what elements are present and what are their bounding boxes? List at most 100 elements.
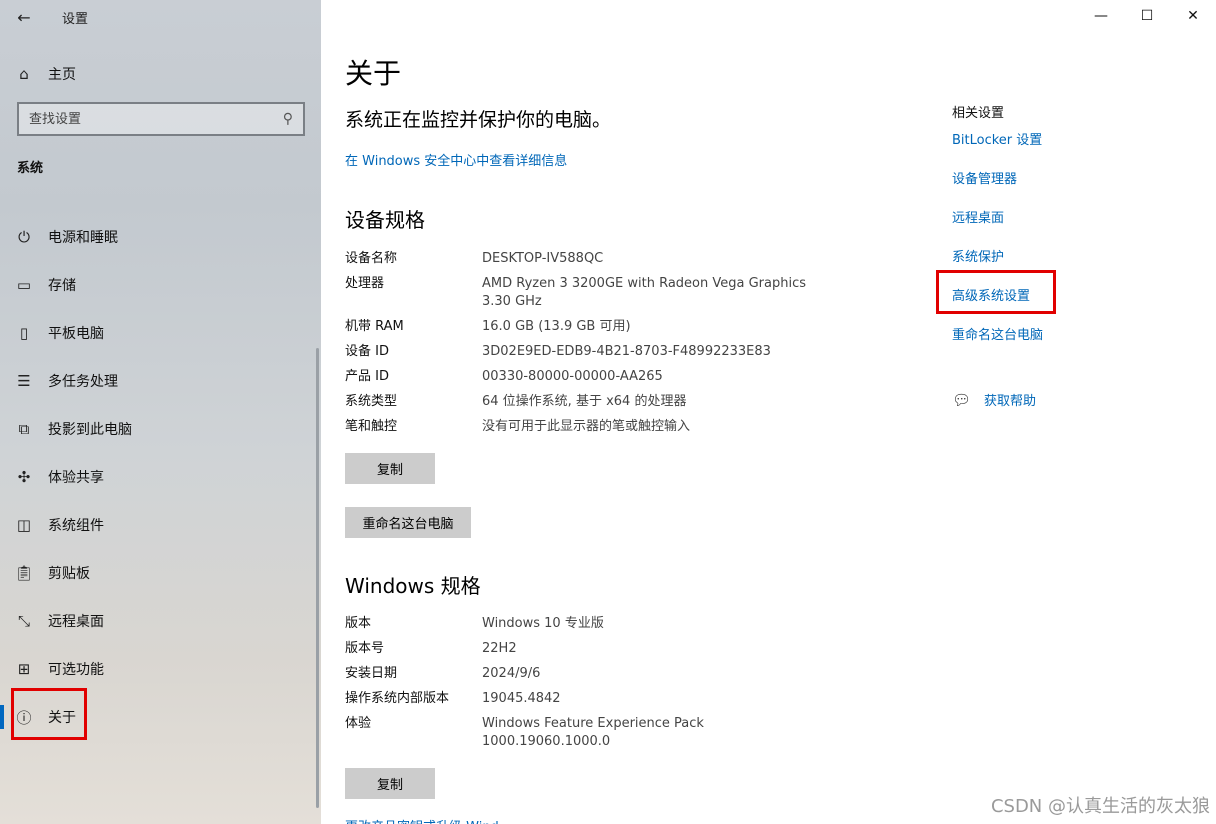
copy-device-specs-button[interactable]: 复制 bbox=[345, 453, 435, 484]
spec-key: 体验 bbox=[345, 716, 372, 731]
sidebar-item-tablet[interactable]: ▯ 平板电脑 bbox=[0, 309, 321, 357]
sidebar-item-remote-desktop[interactable]: ⤡ 远程桌面 bbox=[0, 597, 321, 645]
search-input[interactable] bbox=[29, 111, 259, 127]
change-product-key-link[interactable]: 更改产品密钥或升级 Wind bbox=[345, 816, 499, 824]
spec-row: 机带 RAM 16.0 GB (13.9 GB 可用) bbox=[345, 318, 865, 336]
close-button[interactable]: ✕ bbox=[1170, 0, 1216, 32]
title-bar: ← 设置 bbox=[0, 0, 321, 34]
section-label: 系统 bbox=[17, 161, 44, 176]
tablet-icon: ▯ bbox=[19, 324, 29, 342]
sidebar-item-power-sleep[interactable]: ⏻ 电源和睡眠 bbox=[0, 213, 321, 261]
spec-key: 处理器 bbox=[345, 276, 385, 291]
sidebar-item-storage[interactable]: ▭ 存储 bbox=[0, 261, 321, 309]
minimize-button[interactable]: — bbox=[1078, 0, 1124, 32]
sidebar-item-label: 主页 bbox=[48, 67, 76, 83]
remote-desktop-link[interactable]: 远程桌面 bbox=[952, 210, 1192, 249]
home-icon: ⌂ bbox=[19, 65, 29, 83]
spec-key: 设备 ID bbox=[345, 344, 389, 359]
sidebar-scrollbar[interactable] bbox=[316, 348, 319, 808]
sidebar-item-clipboard[interactable]: 📋︎ 剪贴板 bbox=[0, 549, 321, 597]
spec-row: 版本号 22H2 bbox=[345, 640, 865, 658]
watermark: CSDN @认真生活的灰太狼 bbox=[990, 796, 1210, 817]
spec-key: 安装日期 bbox=[345, 666, 398, 681]
app-title: 设置 bbox=[62, 11, 89, 27]
back-button[interactable]: ← bbox=[0, 0, 48, 34]
sidebar-item-label: 体验共享 bbox=[48, 470, 104, 486]
spec-key: 设备名称 bbox=[345, 251, 398, 266]
sidebar-item-label: 系统组件 bbox=[48, 518, 104, 534]
sidebar-item-label: 电源和睡眠 bbox=[48, 230, 118, 246]
spec-value: 00330-80000-00000-AA265 bbox=[482, 369, 663, 384]
page-title: 关于 bbox=[345, 57, 402, 90]
related-settings-title: 相关设置 bbox=[952, 106, 1005, 121]
protection-status: 系统正在监控并保护你的电脑。 bbox=[345, 109, 612, 131]
spec-row: 安装日期 2024/9/6 bbox=[345, 665, 865, 683]
maximize-button[interactable]: ☐ bbox=[1124, 0, 1170, 32]
spec-value: 64 位操作系统, 基于 x64 的处理器 bbox=[482, 394, 687, 409]
spec-key: 版本 bbox=[345, 616, 372, 631]
help-chat-icon: 💬︎ bbox=[952, 390, 972, 409]
spec-row: 操作系统内部版本 19045.4842 bbox=[345, 690, 865, 708]
spec-key: 操作系统内部版本 bbox=[345, 691, 450, 706]
spec-value: Windows 10 专业版 bbox=[482, 616, 604, 631]
advanced-settings-highlight-box bbox=[936, 270, 1056, 314]
sidebar-item-system-components[interactable]: ◫ 系统组件 bbox=[0, 501, 321, 549]
spec-row: 产品 ID 00330-80000-00000-AA265 bbox=[345, 368, 865, 386]
power-icon: ⏻ bbox=[18, 228, 30, 246]
rename-pc-link[interactable]: 重命名这台电脑 bbox=[952, 327, 1192, 366]
copy-windows-specs-button[interactable]: 复制 bbox=[345, 768, 435, 799]
bitlocker-settings-link[interactable]: BitLocker 设置 bbox=[952, 132, 1192, 171]
spec-row: 体验 Windows Feature Experience Pack 1000.… bbox=[345, 715, 865, 751]
sidebar-item-label: 可选功能 bbox=[48, 662, 104, 678]
sidebar-nav: ⏻ 电源和睡眠 ▭ 存储 ▯ 平板电脑 ☰ 多任务处理 ⧉ 投影到此电脑 ✣ 体… bbox=[0, 213, 321, 741]
get-help[interactable]: 💬︎ 获取帮助 bbox=[952, 390, 1036, 410]
sidebar-item-home[interactable]: ⌂ 主页 bbox=[0, 56, 321, 92]
spec-row: 版本 Windows 10 专业版 bbox=[345, 615, 865, 633]
spec-value: Windows Feature Experience Pack 1000.190… bbox=[482, 716, 704, 749]
sidebar-item-project[interactable]: ⧉ 投影到此电脑 bbox=[0, 405, 321, 453]
spec-value: AMD Ryzen 3 3200GE with Radeon Vega Grap… bbox=[482, 276, 807, 309]
spec-row: 系统类型 64 位操作系统, 基于 x64 的处理器 bbox=[345, 393, 865, 411]
multitask-icon: ☰ bbox=[17, 372, 31, 390]
sidebar-item-optional-features[interactable]: ⊞ 可选功能 bbox=[0, 645, 321, 693]
back-arrow-icon: ← bbox=[17, 7, 31, 27]
sidebar-item-multitasking[interactable]: ☰ 多任务处理 bbox=[0, 357, 321, 405]
components-icon: ◫ bbox=[16, 516, 32, 534]
sidebar-item-label: 存储 bbox=[48, 278, 76, 294]
sidebar-item-label: 投影到此电脑 bbox=[48, 422, 132, 438]
close-icon: ✕ bbox=[1187, 8, 1199, 24]
device-specs-table: 设备名称 DESKTOP-IV588QC 处理器 AMD Ryzen 3 320… bbox=[345, 250, 865, 443]
spec-value: 16.0 GB (13.9 GB 可用) bbox=[482, 319, 631, 334]
spec-value: 2024/9/6 bbox=[482, 666, 541, 681]
spec-key: 版本号 bbox=[345, 641, 385, 656]
minimize-icon: — bbox=[1094, 8, 1108, 24]
spec-key: 笔和触控 bbox=[345, 419, 398, 434]
maximize-icon: ☐ bbox=[1140, 8, 1154, 24]
get-help-link[interactable]: 获取帮助 bbox=[984, 390, 1036, 409]
spec-value: 没有可用于此显示器的笔或触控输入 bbox=[482, 419, 691, 434]
device-manager-link[interactable]: 设备管理器 bbox=[952, 171, 1192, 210]
spec-key: 系统类型 bbox=[345, 394, 398, 409]
device-specs-heading: 设备规格 bbox=[345, 208, 425, 232]
remote-desktop-icon: ⤡ bbox=[17, 612, 30, 630]
window-controls: — ☐ ✕ bbox=[1078, 0, 1216, 32]
windows-specs-heading: Windows 规格 bbox=[345, 574, 481, 598]
rename-pc-button[interactable]: 重命名这台电脑 bbox=[345, 507, 471, 538]
storage-icon: ▭ bbox=[16, 276, 32, 294]
search-box[interactable]: ⚲ bbox=[17, 102, 305, 136]
clipboard-icon: 📋︎ bbox=[14, 564, 34, 582]
search-icon[interactable]: ⚲ bbox=[283, 111, 293, 127]
optional-features-icon: ⊞ bbox=[17, 660, 31, 678]
sidebar-item-label: 平板电脑 bbox=[48, 326, 104, 342]
windows-specs-table: 版本 Windows 10 专业版 版本号 22H2 安装日期 2024/9/6… bbox=[345, 615, 865, 758]
sidebar-item-label: 远程桌面 bbox=[48, 614, 104, 630]
spec-value: 19045.4842 bbox=[482, 691, 561, 706]
related-settings: 相关设置 BitLocker 设置 设备管理器 远程桌面 系统保护 高级系统设置… bbox=[952, 102, 1192, 366]
spec-key: 机带 RAM bbox=[345, 319, 404, 334]
spec-value: 3D02E9ED-EDB9-4B21-8703-F48992233E83 bbox=[482, 344, 771, 359]
main-content: — ☐ ✕ 关于 系统正在监控并保护你的电脑。 在 Windows 安全中心中查… bbox=[321, 0, 1216, 824]
security-center-link[interactable]: 在 Windows 安全中心中查看详细信息 bbox=[345, 150, 567, 169]
sidebar-item-label: 多任务处理 bbox=[48, 374, 118, 390]
spec-row: 处理器 AMD Ryzen 3 3200GE with Radeon Vega … bbox=[345, 275, 865, 311]
sidebar-item-shared-experiences[interactable]: ✣ 体验共享 bbox=[0, 453, 321, 501]
